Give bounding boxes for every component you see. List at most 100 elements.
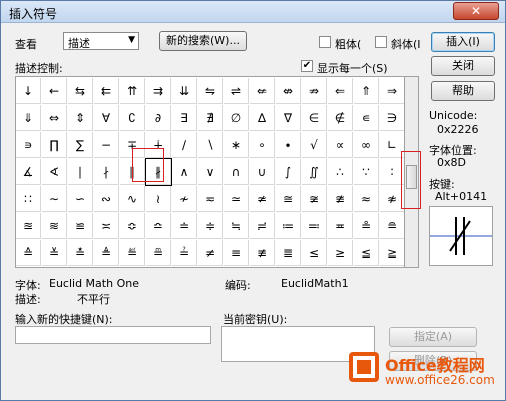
symbol-cell[interactable]: ∧ xyxy=(172,159,197,185)
symbol-cell[interactable]: ≙ xyxy=(16,240,41,266)
symbol-cell[interactable]: ⇊ xyxy=(172,78,197,104)
symbol-cell[interactable]: ∢ xyxy=(42,159,67,185)
close-button[interactable]: 关闭 xyxy=(431,56,495,76)
symbol-cell[interactable]: ∇ xyxy=(276,105,301,131)
symbol-cell[interactable]: ≗ xyxy=(354,213,379,239)
symbol-cell[interactable]: ∄ xyxy=(198,105,223,131)
symbol-cell[interactable]: ≣ xyxy=(276,240,301,266)
symbol-cell[interactable]: ∗ xyxy=(224,132,249,158)
insert-button[interactable]: 插入(I) xyxy=(431,32,495,52)
symbol-cell[interactable]: √ xyxy=(302,132,327,158)
symbol-cell[interactable]: ≦ xyxy=(354,240,379,266)
symbol-cell[interactable]: ∷ xyxy=(16,186,41,212)
symbol-cell[interactable]: ≛ xyxy=(68,240,93,266)
new-shortcut-input[interactable] xyxy=(15,326,211,344)
symbol-cell[interactable]: ∃ xyxy=(172,105,197,131)
symbol-cell[interactable]: ⇆ xyxy=(68,78,93,104)
symbol-cell[interactable]: ≅ xyxy=(276,186,301,212)
show-each-checkbox[interactable]: ✔ xyxy=(301,60,313,72)
symbol-cell[interactable]: ⇑ xyxy=(354,78,379,104)
symbol-cell[interactable]: ≊ xyxy=(16,213,41,239)
symbol-cell[interactable]: ← xyxy=(42,78,67,104)
symbol-cell[interactable]: ≧ xyxy=(380,240,405,266)
symbol-cell[interactable]: ≖ xyxy=(328,213,353,239)
symbol-cell[interactable]: ≓ xyxy=(250,213,275,239)
symbol-cell[interactable]: ≎ xyxy=(120,213,145,239)
symbol-cell[interactable]: ∣ xyxy=(68,159,93,185)
italic-checkbox[interactable] xyxy=(375,36,387,48)
symbol-cell[interactable]: ⇔ xyxy=(42,105,67,131)
symbol-cell[interactable]: ⇏ xyxy=(302,78,327,104)
bold-checkbox[interactable] xyxy=(319,36,331,48)
new-search-button[interactable]: 新的搜索(W)... xyxy=(159,31,247,51)
symbol-cell[interactable]: ∤ xyxy=(94,159,119,185)
symbol-cell[interactable]: ∀ xyxy=(94,105,119,131)
symbol-cell[interactable]: ≢ xyxy=(250,240,275,266)
symbol-cell[interactable]: ≕ xyxy=(302,213,327,239)
symbol-cell[interactable]: ∾ xyxy=(94,186,119,212)
symbol-cell[interactable]: ≑ xyxy=(198,213,223,239)
symbol-cell[interactable]: ≟ xyxy=(172,240,197,266)
symbol-cell[interactable]: ∑ xyxy=(68,132,93,158)
symbol-cell[interactable]: ⇇ xyxy=(94,78,119,104)
symbol-cell[interactable]: ∍ xyxy=(16,132,41,158)
symbol-cell[interactable]: ∼ xyxy=(42,186,67,212)
symbol-cell[interactable]: ⇈ xyxy=(120,78,145,104)
symbol-cell[interactable]: ∙ xyxy=(276,132,301,158)
symbol-cell[interactable]: ∞ xyxy=(354,132,379,158)
symbol-cell[interactable]: ⇕ xyxy=(68,105,93,131)
symbol-cell[interactable]: ≇ xyxy=(328,186,353,212)
symbol-cell[interactable]: ≝ xyxy=(120,240,145,266)
symbol-cell[interactable]: ≃ xyxy=(224,186,249,212)
symbol-cell[interactable]: ∽ xyxy=(68,186,93,212)
symbol-cell[interactable]: ∩ xyxy=(224,159,249,185)
symbol-cell[interactable]: ≄ xyxy=(250,186,275,212)
symbol-cell[interactable]: ≒ xyxy=(224,213,249,239)
symbol-cell[interactable]: ⇓ xyxy=(16,105,41,131)
symbol-cell[interactable]: ⇒ xyxy=(380,78,405,104)
symbol-cell[interactable]: ⇍ xyxy=(250,78,275,104)
symbol-cell[interactable]: ∵ xyxy=(354,159,379,185)
symbol-cell[interactable]: ≔ xyxy=(276,213,301,239)
symbol-cell[interactable]: ≋ xyxy=(42,213,67,239)
symbol-cell[interactable]: ⇎ xyxy=(276,78,301,104)
window-close-button[interactable]: ✕ xyxy=(453,2,499,20)
symbol-cell[interactable]: ∋ xyxy=(380,105,405,131)
symbol-cell[interactable]: ≠ xyxy=(198,240,223,266)
symbol-cell[interactable]: ≁ xyxy=(172,186,197,212)
symbol-cell[interactable]: ∈ xyxy=(302,105,327,131)
symbol-cell[interactable]: ⇉ xyxy=(146,78,171,104)
symbol-cell[interactable]: ∖ xyxy=(198,132,223,158)
symbol-cell[interactable]: ∏ xyxy=(42,132,67,158)
symbol-cell[interactable]: ≂ xyxy=(198,186,223,212)
symbol-cell[interactable]: ∪ xyxy=(250,159,275,185)
symbol-cell[interactable]: ∁ xyxy=(120,105,145,131)
view-dropdown[interactable]: 描述 ▼ xyxy=(63,32,139,50)
symbol-cell[interactable]: ≤ xyxy=(302,240,327,266)
symbol-cell[interactable]: ∆ xyxy=(250,105,275,131)
symbol-cell[interactable]: ⇐ xyxy=(328,78,353,104)
symbol-cell[interactable]: ∴ xyxy=(328,159,353,185)
symbol-cell[interactable]: ≀ xyxy=(146,186,171,212)
help-button[interactable]: 帮助 xyxy=(431,81,495,101)
symbol-cell[interactable]: ↓ xyxy=(16,78,41,104)
symbol-cell[interactable]: ≜ xyxy=(94,240,119,266)
symbol-cell[interactable]: − xyxy=(94,132,119,158)
symbol-cell[interactable]: ≘ xyxy=(380,213,405,239)
symbol-cell[interactable]: ≌ xyxy=(68,213,93,239)
symbol-cell[interactable]: ≐ xyxy=(172,213,197,239)
symbol-cell[interactable]: ≏ xyxy=(146,213,171,239)
symbol-cell[interactable]: ≥ xyxy=(328,240,353,266)
symbol-cell[interactable]: ⇌ xyxy=(224,78,249,104)
symbol-cell[interactable]: ∊ xyxy=(354,105,379,131)
symbol-cell[interactable]: ≡ xyxy=(224,240,249,266)
symbol-cell[interactable]: ∡ xyxy=(16,159,41,185)
symbol-cell[interactable]: ∬ xyxy=(302,159,327,185)
symbol-cell[interactable]: ≚ xyxy=(42,240,67,266)
symbol-cell[interactable]: ∂ xyxy=(146,105,171,131)
symbol-cell[interactable]: ≆ xyxy=(302,186,327,212)
symbol-cell[interactable]: ∉ xyxy=(328,105,353,131)
symbol-cell[interactable]: ∨ xyxy=(198,159,223,185)
assign-button[interactable]: 指定(A) xyxy=(389,327,477,347)
symbol-cell[interactable]: ⇋ xyxy=(198,78,223,104)
